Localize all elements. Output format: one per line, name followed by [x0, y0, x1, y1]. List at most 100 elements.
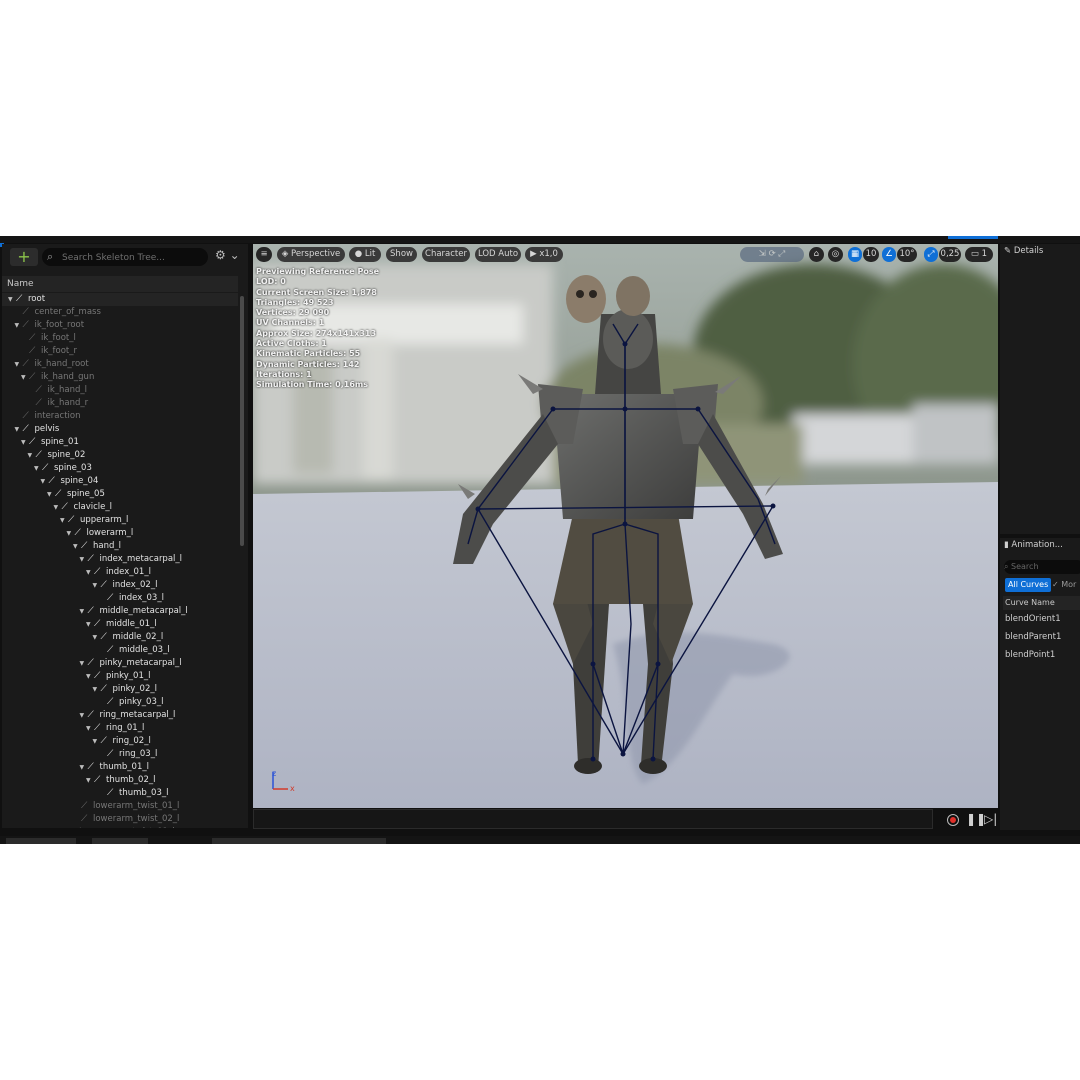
expand-arrow-icon[interactable]: ▼ [73, 540, 79, 553]
bone-icon: ⟋ [107, 788, 114, 798]
settings-button[interactable]: ⚙ ⌄ [215, 248, 240, 262]
stat-line: Triangles: 49 523 [256, 297, 334, 307]
bone-icon: ⟋ [61, 502, 68, 512]
expand-arrow-icon[interactable]: ▼ [21, 436, 27, 449]
pencil-icon: ✎ [1004, 246, 1014, 256]
record-button[interactable] [947, 814, 959, 826]
stat-line: UV Channels: 1 [256, 318, 325, 328]
snap-surface-button[interactable]: ⌂ [809, 247, 824, 262]
expand-arrow-icon[interactable]: ▼ [80, 709, 86, 722]
angle-size-value[interactable]: 10° [897, 247, 917, 262]
bottom-tab[interactable] [212, 838, 386, 844]
play-icon: ▶ [530, 249, 540, 259]
expand-arrow-icon[interactable]: ▼ [86, 618, 92, 631]
expand-arrow-icon[interactable]: ▼ [34, 462, 40, 475]
bone-icon: ⟋ [107, 749, 114, 759]
expand-arrow-icon[interactable]: ▼ [80, 657, 86, 670]
expand-arrow-icon[interactable]: ▼ [80, 761, 86, 774]
expand-arrow-icon[interactable]: ▼ [15, 358, 21, 371]
world-local-button[interactable]: ◎ [828, 247, 843, 262]
bone-tree: ▼ ⟋ root ⟋ center_of_mass ▼ ⟋ ik_foot_root ⟋ ik_f… [2, 293, 238, 828]
camera-speed-button[interactable]: ▭ 1 [965, 247, 993, 262]
expand-arrow-icon[interactable]: ▼ [86, 722, 92, 735]
angle-snap-toggle[interactable]: ∠ [882, 247, 896, 262]
animation-curves-panel: ▮ Animation... ⌕ Search All Curves ✓ Mor… [1000, 538, 1080, 830]
tree-column-header[interactable]: Name [2, 276, 238, 292]
expand-arrow-icon[interactable]: ▼ [86, 774, 92, 787]
morph-label: Mor [1061, 580, 1077, 589]
expand-arrow-icon[interactable]: ▼ [67, 527, 73, 540]
expand-arrow-icon[interactable]: ▼ [93, 735, 99, 748]
bottom-tab[interactable] [92, 838, 148, 844]
step-forward-button[interactable]: ▷| [984, 812, 997, 826]
details-tab[interactable]: ✎ Details [1004, 246, 1043, 256]
expand-arrow-icon[interactable]: ▼ [93, 579, 99, 592]
bone-label: ring_01_l [106, 723, 145, 733]
expand-arrow-icon[interactable]: ▼ [86, 670, 92, 683]
expand-arrow-icon[interactable]: ▼ [80, 553, 86, 566]
playback-speed-button[interactable]: ▶ x1,0 [525, 247, 563, 262]
expand-arrow-icon[interactable]: ▼ [15, 319, 21, 332]
bone-icon: ⟋ [100, 684, 107, 694]
bottom-tab[interactable] [6, 838, 76, 844]
expand-arrow-icon[interactable]: ▼ [93, 683, 99, 696]
timeline-bar[interactable] [253, 809, 933, 829]
bone-icon: ⟋ [22, 424, 29, 434]
stat-line: LOD: 0 [256, 277, 286, 287]
speed-label: x1,0 [539, 249, 558, 259]
curve-search-box[interactable]: ⌕ Search [1004, 560, 1080, 574]
expand-arrow-icon[interactable]: ▼ [15, 423, 21, 436]
expand-arrow-icon[interactable]: ▼ [93, 631, 99, 644]
preview-viewport[interactable]: ≡ ◈ Perspective ● Lit Show Character LOD… [253, 244, 998, 808]
add-bone-button[interactable]: + [10, 248, 38, 266]
grid-snap-toggle[interactable]: ▦ [848, 247, 862, 262]
viewport-menu-button[interactable]: ≡ [256, 247, 272, 262]
animation-tab[interactable]: ▮ Animation... [1004, 540, 1063, 550]
bone-label: interaction [34, 411, 81, 421]
lod-button[interactable]: LOD Auto [475, 247, 521, 262]
expand-arrow-icon[interactable]: ▼ [47, 488, 53, 501]
bone-label: middle_03_l [119, 645, 170, 655]
stat-line: Active Cloths: 1 [256, 339, 327, 349]
bone-label: upperarm_l [80, 515, 129, 525]
show-button[interactable]: Show [386, 247, 417, 262]
expand-arrow-icon[interactable]: ▼ [8, 293, 14, 306]
bone-icon: ⟋ [55, 489, 62, 499]
tree-scrollbar[interactable] [240, 296, 244, 546]
curve-row[interactable]: blendParent1 [1005, 632, 1061, 642]
bone-label: ik_foot_l [41, 333, 76, 343]
lit-label: Lit [364, 249, 376, 259]
bottom-tab-strip [0, 836, 1080, 844]
expand-arrow-icon[interactable]: ▼ [54, 501, 60, 514]
curve-column-header[interactable]: Curve Name [1003, 596, 1080, 610]
morph-filter-button[interactable]: ✓ Mor [1052, 578, 1076, 592]
expand-arrow-icon[interactable]: ▼ [28, 449, 34, 462]
bone-label: pinky_metacarpal_l [99, 658, 182, 668]
search-icon: ⌕ [1004, 562, 1012, 571]
expand-arrow-icon[interactable]: ▼ [21, 371, 27, 384]
skeleton-search-box[interactable]: ⌕ [42, 248, 208, 266]
expand-arrow-icon[interactable]: ▼ [60, 514, 66, 527]
curve-row[interactable]: blendOrient1 [1005, 614, 1061, 624]
grid-size-value[interactable]: 10 [863, 247, 879, 262]
expand-arrow-icon[interactable]: ▼ [80, 605, 86, 618]
character-button[interactable]: Character [422, 247, 470, 262]
bone-icon: ⟋ [81, 814, 88, 824]
expand-arrow-icon[interactable]: ▼ [86, 566, 92, 579]
scale-snap-toggle[interactable]: ⤢ [924, 247, 938, 262]
expand-arrow-icon[interactable]: ▼ [41, 475, 47, 488]
perspective-button[interactable]: ◈ Perspective [277, 247, 345, 262]
bone-icon: ⟋ [100, 632, 107, 642]
scale-size-value[interactable]: 0,25 [939, 247, 961, 262]
bone-label: index_02_l [112, 580, 158, 590]
skeleton-search-input[interactable] [60, 249, 204, 266]
bone-label: middle_metacarpal_l [99, 606, 188, 616]
bone-label: ik_foot_r [41, 346, 78, 356]
transform-tools[interactable]: ⇲ ⟳ ⤢ [740, 247, 804, 262]
bone-label: lowerarm_l [86, 528, 134, 538]
curve-row[interactable]: blendPoint1 [1005, 650, 1055, 660]
camera-icon: ▭ [970, 249, 982, 259]
bone-row-root[interactable]: ▼ ⟋ root [2, 293, 238, 306]
all-curves-button[interactable]: All Curves [1005, 578, 1052, 592]
lit-button[interactable]: ● Lit [349, 247, 381, 262]
